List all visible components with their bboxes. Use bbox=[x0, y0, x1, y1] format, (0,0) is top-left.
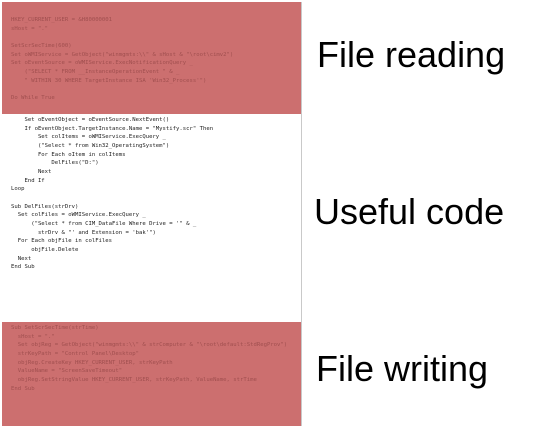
code-line: Set colFiles = oWMIService.ExecQuery _ bbox=[11, 212, 146, 219]
code-line: Set objReg = GetObject("winmgmts:\\" & s… bbox=[11, 342, 288, 349]
code-line: Loop bbox=[11, 186, 25, 193]
code-line: Next bbox=[11, 255, 32, 262]
code-line: End Sub bbox=[11, 264, 35, 271]
code-block-useful: Set oEventObject = oEventSource.NextEven… bbox=[2, 116, 301, 272]
code-line: DelFiles("D:") bbox=[11, 160, 99, 167]
code-line: Set oEventSource = oWMIService.ExecNotif… bbox=[11, 60, 193, 67]
code-line: Set colItems = oWMIService.ExecQuery _ bbox=[11, 134, 166, 141]
code-line: For Each objFile in colFiles bbox=[11, 238, 113, 245]
code-line: Sub SetScrSecTime(strTime) bbox=[11, 325, 99, 331]
label-file-writing: File writing bbox=[316, 348, 489, 389]
code-line: strDrv & "' and Extension = 'bak'") bbox=[11, 229, 156, 236]
code-line: objReg.CreateKey HKEY_CURRENT_USER, strK… bbox=[11, 359, 173, 366]
code-block-file-reading: HKEY_CURRENT_USER = &H80000001 sHost = ".… bbox=[2, 16, 301, 103]
code-line: ValueName = "ScreenSaveTimeout" bbox=[11, 368, 123, 375]
code-line: Next bbox=[11, 168, 52, 175]
code-line: objFile.Delete bbox=[11, 246, 79, 253]
code-line: Do While True bbox=[11, 94, 55, 101]
code-line: HKEY_CURRENT_USER = &H80000001 bbox=[11, 17, 113, 23]
code-line: For Each oItem in colItems bbox=[11, 151, 126, 158]
code-line: If oEventObject.TargetInstance.Name = "M… bbox=[11, 125, 214, 132]
code-line: End Sub bbox=[11, 385, 35, 392]
label-useful-code: Useful code bbox=[314, 191, 505, 232]
code-line: ("Select * from CIM_DataFile Where Drive… bbox=[11, 220, 197, 227]
code-line: sHost = "." bbox=[11, 25, 49, 32]
code-line: SetScrSecTime(600) bbox=[11, 42, 72, 49]
label-file-reading: File reading bbox=[317, 34, 506, 75]
code-block-file-writing: Sub SetScrSecTime(strTime) sHost = "." S… bbox=[2, 324, 301, 393]
code-line: strKeyPath = "Control Panel\Desktop" bbox=[11, 350, 139, 357]
code-line: Set oEventObject = oEventSource.NextEven… bbox=[11, 117, 170, 123]
code-screenshot-panel: HKEY_CURRENT_USER = &H80000001 sHost = ".… bbox=[2, 2, 302, 426]
code-line: ("Select * from Win32_OperatingSystem") bbox=[11, 142, 170, 149]
code-line: End If bbox=[11, 177, 45, 184]
code-line: objReg.SetStringValue HKEY_CURRENT_USER,… bbox=[11, 376, 257, 383]
code-line: ("SELECT * FROM __InstanceOperationEvent… bbox=[11, 68, 180, 75]
code-line: " WITHIN 30 WHERE TargetInstance ISA 'Wi… bbox=[11, 77, 207, 84]
code-line: Sub DelFiles(strDrv) bbox=[11, 203, 79, 210]
code-line: sHost = "." bbox=[11, 333, 55, 340]
code-line: Set oWMIService = GetObject("winmgmts:\\… bbox=[11, 51, 234, 58]
